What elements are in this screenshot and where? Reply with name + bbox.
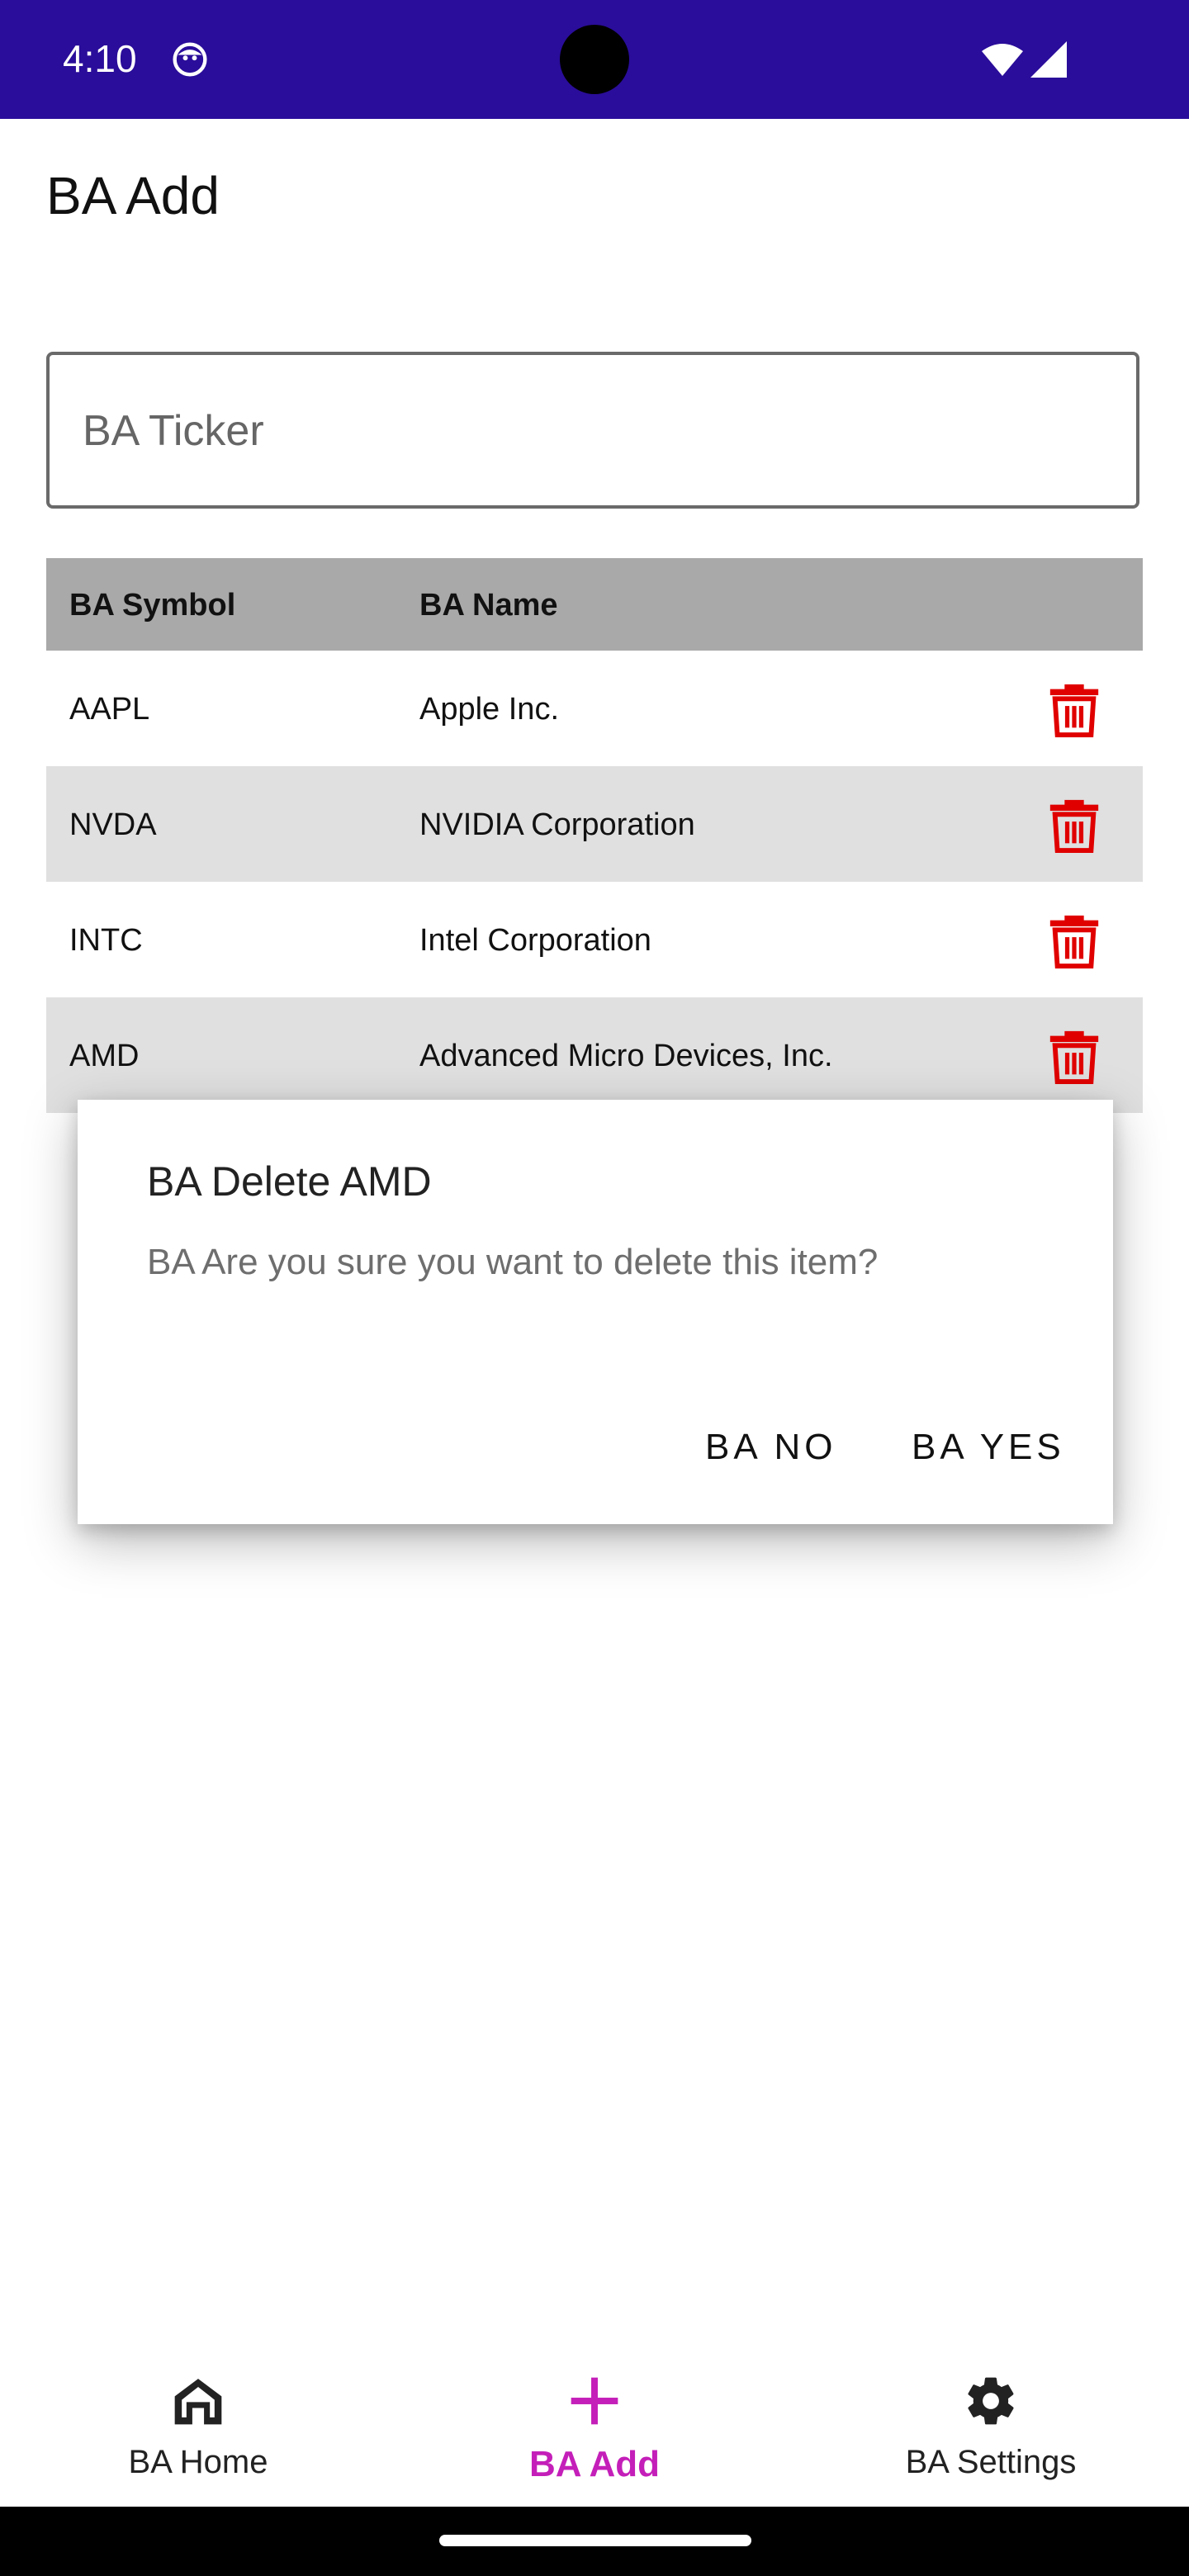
- app-notification-icon: [173, 42, 207, 77]
- status-time: 4:10: [63, 37, 137, 80]
- nav-item-settings[interactable]: BA Settings: [793, 2328, 1189, 2507]
- bottom-navigation: BA Home BA Add BA Settings: [0, 2328, 1189, 2507]
- gesture-handle[interactable]: [439, 2535, 751, 2546]
- nav-item-home[interactable]: BA Home: [0, 2328, 396, 2507]
- row-symbol: AAPL: [69, 692, 150, 727]
- table-row: NVDA NVIDIA Corporation: [46, 766, 1143, 882]
- trash-icon[interactable]: [1045, 1025, 1103, 1085]
- stock-table: BA Symbol BA Name AAPL Apple Inc. NVDA N…: [46, 558, 1143, 1113]
- row-symbol: NVDA: [69, 807, 157, 842]
- dialog-title: BA Delete AMD: [147, 1158, 432, 1205]
- table-row: INTC Intel Corporation: [46, 882, 1143, 997]
- trash-icon[interactable]: [1045, 794, 1103, 854]
- no-button[interactable]: BA NO: [705, 1427, 837, 1468]
- column-header-name: BA Name: [419, 588, 558, 623]
- page-title: BA Add: [46, 166, 220, 225]
- signal-icon: [1030, 41, 1067, 78]
- home-icon: [174, 2379, 222, 2425]
- trash-icon[interactable]: [1045, 679, 1103, 738]
- nav-label-settings: BA Settings: [905, 2444, 1077, 2480]
- trash-icon[interactable]: [1045, 910, 1103, 969]
- row-name: Intel Corporation: [419, 923, 651, 958]
- nav-label-home: BA Home: [128, 2444, 268, 2480]
- row-name: NVIDIA Corporation: [419, 807, 695, 842]
- status-bar: 4:10: [0, 0, 1189, 119]
- table-row: AAPL Apple Inc.: [46, 651, 1143, 766]
- table-header: BA Symbol BA Name: [46, 558, 1143, 651]
- system-navigation-bar: [0, 2507, 1189, 2576]
- ticker-placeholder: BA Ticker: [83, 407, 264, 455]
- camera-cutout: [560, 25, 629, 94]
- row-symbol: AMD: [69, 1039, 140, 1073]
- row-symbol: INTC: [69, 923, 143, 958]
- ticker-input[interactable]: BA Ticker: [46, 352, 1139, 509]
- dialog-message: BA Are you sure you want to delete this …: [147, 1242, 879, 1282]
- plus-icon: [571, 2377, 618, 2425]
- table-row: AMD Advanced Micro Devices, Inc.: [46, 997, 1143, 1113]
- row-name: Advanced Micro Devices, Inc.: [419, 1039, 833, 1073]
- wifi-icon: [982, 44, 1023, 76]
- delete-confirm-dialog: BA Delete AMD BA Are you sure you want t…: [78, 1100, 1113, 1524]
- row-name: Apple Inc.: [419, 692, 559, 727]
- gear-icon: [968, 2377, 1014, 2425]
- column-header-symbol: BA Symbol: [69, 588, 236, 623]
- nav-label-add: BA Add: [528, 2444, 661, 2484]
- nav-item-add[interactable]: BA Add: [396, 2328, 793, 2507]
- yes-button[interactable]: BA YES: [912, 1427, 1065, 1468]
